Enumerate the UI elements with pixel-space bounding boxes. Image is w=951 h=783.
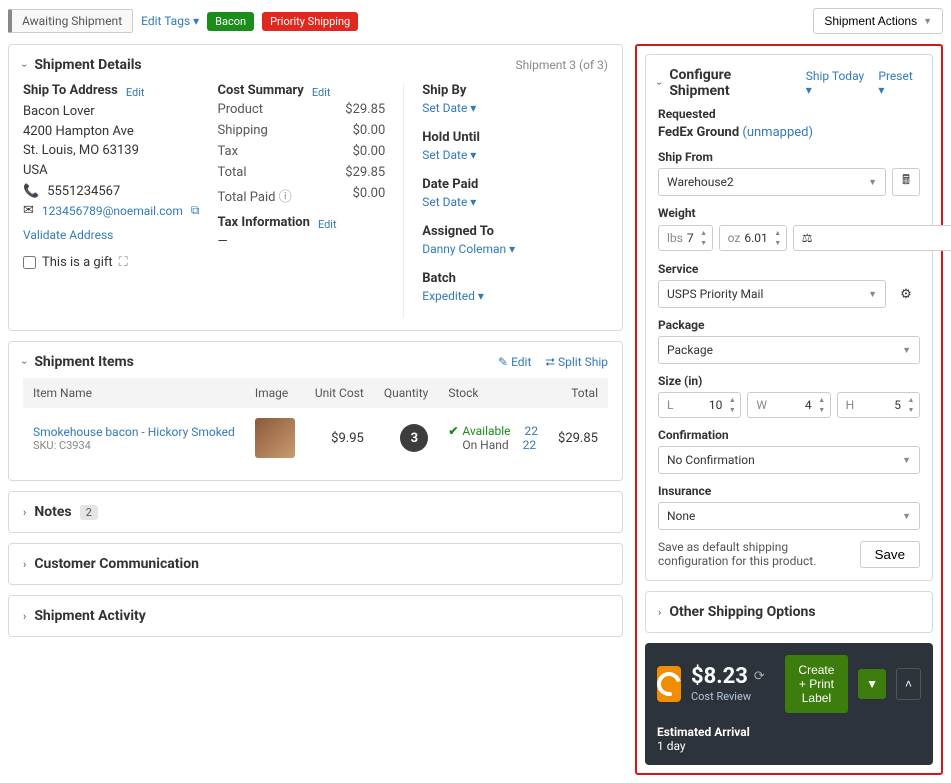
scale-icon: ⚖ [802, 231, 813, 245]
split-icon: ⮂ [545, 355, 555, 369]
shipment-counter: Shipment 3 (of 3) [515, 58, 608, 72]
chevron-down-icon[interactable]: › [18, 360, 31, 363]
shipto-city: St. Louis, MO 63139 [23, 141, 200, 161]
shipto-country: USA [23, 161, 200, 181]
chevron-right-icon: › [658, 606, 661, 619]
holduntil-date-button[interactable]: Set Date ▾ [422, 148, 476, 162]
items-table: Item Name Image Unit Cost Quantity Stock… [23, 378, 608, 468]
refresh-icon[interactable]: ⟳ [754, 669, 765, 684]
cost-review-link[interactable]: Cost Review [691, 690, 751, 703]
status-badge: Awaiting Shipment [8, 9, 133, 33]
tag-priority-shipping[interactable]: Priority Shipping [262, 12, 358, 31]
confirmation-select[interactable]: No Confirmation▼ [658, 446, 920, 474]
shipment-activity-card[interactable]: › Shipment Activity [8, 595, 623, 637]
calculator-icon[interactable]: 🖩 [892, 168, 920, 196]
weight-lbs-input[interactable]: lbs7▲▼ [658, 225, 713, 251]
info-icon[interactable]: ⓘ [279, 190, 292, 205]
edit-tags-button[interactable]: Edit Tags ▾ [141, 14, 199, 28]
shipment-actions-button[interactable]: Shipment Actions▼ [813, 8, 943, 34]
notes-count-badge: 2 [80, 505, 98, 520]
item-total: $29.85 [548, 408, 608, 468]
package-select[interactable]: Package▼ [658, 336, 920, 364]
save-default-label: Save as default shipping configuration f… [658, 540, 850, 568]
item-cost: $9.95 [305, 408, 374, 468]
chevron-right-icon: › [23, 506, 26, 519]
requested-carrier: FedEx Ground [658, 125, 739, 140]
gear-icon[interactable]: ⚙ [892, 280, 920, 308]
chevron-down-icon[interactable]: › [653, 81, 666, 84]
copy-email-icon[interactable]: ⧉ [191, 203, 200, 218]
shipto-phone: 5551234567 [47, 184, 120, 199]
batch-button[interactable]: Expedited ▾ [422, 289, 484, 303]
edit-tax-button[interactable]: Edit [318, 218, 337, 231]
item-name-link[interactable]: Smokehouse bacon - Hickory Smoked [33, 425, 235, 439]
collapse-rate-button[interactable]: ˄ [896, 668, 921, 700]
customer-communication-card[interactable]: › Customer Communication [8, 543, 623, 585]
validate-address-button[interactable]: Validate Address [23, 228, 113, 242]
size-length-input[interactable]: L10▲▼ [658, 392, 741, 418]
tax-info-label: Tax Information [218, 215, 310, 230]
eta-label: Estimated Arrival [657, 725, 921, 739]
phone-icon: 📞 [23, 184, 39, 199]
other-shipping-options-panel[interactable]: › Other Shipping Options [645, 591, 933, 633]
insurance-select[interactable]: None▼ [658, 502, 920, 530]
shipto-street: 4200 Hampton Ave [23, 122, 200, 142]
chevron-down-icon[interactable]: › [18, 63, 31, 66]
label-dropdown-button[interactable]: ▼ [858, 669, 886, 699]
edit-address-button[interactable]: Edit [126, 86, 145, 99]
tax-info-value: — [218, 234, 386, 249]
service-select[interactable]: USPS Priority Mail▼ [658, 280, 886, 308]
datepaid-date-button[interactable]: Set Date ▾ [422, 195, 476, 209]
eta-value: 1 day [657, 739, 921, 753]
chevron-right-icon: › [23, 610, 26, 623]
edit-cost-button[interactable]: Edit [312, 86, 331, 99]
shipby-date-button[interactable]: Set Date ▾ [422, 101, 476, 115]
shipment-items-card: › Shipment Items ✎ Edit ⮂ Split Ship Ite… [8, 341, 623, 481]
gift-label: This is a gift [42, 255, 113, 270]
edit-items-button[interactable]: ✎ Edit [498, 355, 531, 370]
ship-today-button[interactable]: Ship Today ▾ [806, 69, 871, 97]
shipto-email[interactable]: 123456789@noemail.com [42, 204, 183, 218]
rate-panel: $8.23 ⟳ Cost Review Create + Print Label… [645, 643, 933, 765]
configure-shipment-panel: › Configure Shipment Ship Today ▾ Preset… [645, 54, 933, 581]
unmapped-label[interactable]: (unmapped) [742, 125, 813, 140]
carrier-logo [657, 666, 681, 702]
weight-oz-input[interactable]: oz6.01▲▼ [719, 225, 787, 251]
save-button[interactable]: Save [860, 541, 920, 568]
assigned-to-button[interactable]: Danny Coleman ▾ [422, 242, 515, 256]
split-ship-button[interactable]: ⮂ Split Ship [545, 355, 608, 370]
gift-icon: ⛶ [119, 255, 128, 270]
shipto-label: Ship To Address [23, 83, 118, 98]
create-print-label-button[interactable]: Create + Print Label [785, 655, 848, 713]
size-height-input[interactable]: H5▲▼ [837, 392, 920, 418]
shipto-name: Bacon Lover [23, 102, 200, 122]
gift-checkbox[interactable] [23, 256, 36, 269]
size-width-input[interactable]: W4▲▼ [747, 392, 830, 418]
right-highlight-box: › Configure Shipment Ship Today ▾ Preset… [635, 44, 943, 775]
chevron-down-icon: ▼ [923, 16, 932, 26]
rate-price: $8.23 [691, 664, 748, 689]
shipfrom-select[interactable]: Warehouse2▼ [658, 168, 886, 196]
scale-button[interactable]: ⚖Scale [793, 225, 951, 251]
tag-bacon[interactable]: Bacon [207, 12, 254, 31]
pencil-icon: ✎ [498, 355, 508, 369]
check-icon: ✔ [448, 424, 458, 438]
section-title: Shipment Details [34, 57, 141, 73]
shipment-details-card: › Shipment Details Shipment 3 (of 3) Shi… [8, 44, 623, 331]
email-icon: ✉ [23, 203, 34, 218]
table-row: Smokehouse bacon - Hickory Smoked SKU: C… [23, 408, 608, 468]
cost-summary-label: Cost Summary [218, 83, 304, 98]
item-thumbnail [255, 418, 295, 458]
notes-card[interactable]: › Notes 2 [8, 491, 623, 533]
preset-button[interactable]: Preset ▾ [878, 69, 920, 97]
item-sku: SKU: C3934 [33, 439, 235, 452]
item-qty-badge: 3 [400, 424, 428, 452]
chevron-right-icon: › [23, 558, 26, 571]
